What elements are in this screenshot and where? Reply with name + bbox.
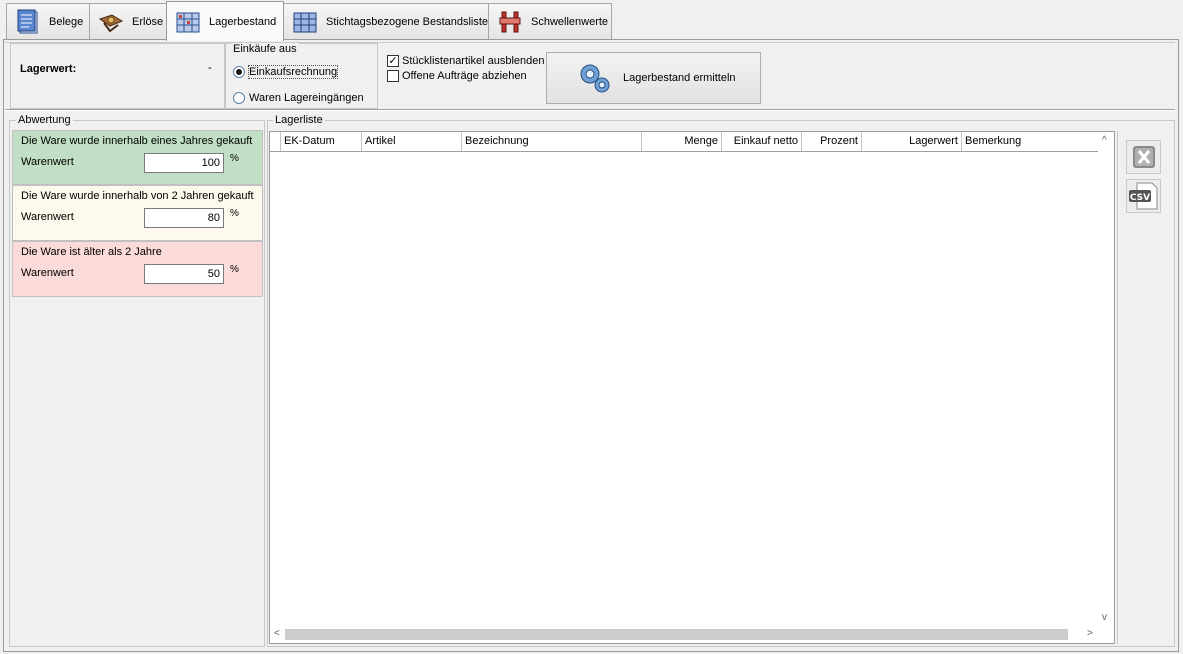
- percent-unit: %: [230, 264, 239, 275]
- scroll-down-arrow[interactable]: v: [1102, 612, 1107, 623]
- lagerliste-grid[interactable]: EK-Datum Artikel Bezeichnung Menge Einka…: [269, 131, 1115, 644]
- einkaufsrechnung-radio[interactable]: [233, 66, 245, 78]
- abwertung-panel-aelter: Die Ware ist älter als 2 Jahre Warenwert…: [12, 241, 263, 297]
- tab-belege[interactable]: Belege: [6, 3, 90, 40]
- abwertung-panel-2-jahre: Die Ware wurde innerhalb von 2 Jahren ge…: [12, 185, 263, 241]
- lagerwert-label: Lagerwert:: [20, 63, 77, 75]
- tab-label: Belege: [49, 16, 84, 28]
- tab-stichtagsbezogene-bestandsliste[interactable]: Stichtagsbezogene Bestandsliste: [283, 3, 489, 40]
- horizontal-scroll-thumb[interactable]: [285, 629, 1068, 640]
- column-header-einkauf-netto[interactable]: Einkauf netto: [722, 132, 802, 151]
- vertical-scrollbar[interactable]: ^ v: [1098, 132, 1114, 626]
- threshold-icon: [499, 11, 521, 33]
- lagerwert-value: -: [208, 62, 212, 74]
- tab-schwellenwerte[interactable]: Schwellenwerte: [488, 3, 612, 40]
- warenwert-input-1-jahr[interactable]: 100: [144, 153, 224, 173]
- excel-export-button[interactable]: [1126, 140, 1161, 174]
- tab-erloese[interactable]: Erlöse: [89, 3, 167, 40]
- abwertung-text: Die Ware wurde innerhalb eines Jahres ge…: [21, 135, 253, 147]
- row-header-corner: [270, 132, 281, 151]
- column-header-lagerwert[interactable]: Lagerwert: [862, 132, 962, 151]
- stuecklistenartikel-checkbox[interactable]: ✓: [387, 55, 399, 67]
- gears-icon: [580, 64, 610, 93]
- waren-lagereingaengen-label[interactable]: Waren Lagereingängen: [249, 92, 364, 104]
- waren-lagereingaengen-radio[interactable]: [233, 92, 245, 104]
- lagerbestand-ermitteln-label: Lagerbestand ermitteln: [623, 72, 736, 84]
- einkaeufe-legend: Einkäufe aus: [231, 43, 299, 55]
- abwertung-panel-1-jahr: Die Ware wurde innerhalb eines Jahres ge…: [12, 130, 263, 185]
- percent-unit: %: [230, 208, 239, 219]
- column-header-menge[interactable]: Menge: [642, 132, 722, 151]
- offene-auftraege-checkbox[interactable]: [387, 70, 399, 82]
- column-header-prozent[interactable]: Prozent: [802, 132, 862, 151]
- tab-lagerbestand[interactable]: Lagerbestand: [166, 1, 284, 41]
- column-header-ek-datum[interactable]: EK-Datum: [281, 132, 362, 151]
- abwertung-legend: Abwertung: [16, 114, 73, 126]
- column-header-bemerkung[interactable]: Bemerkung: [962, 132, 1100, 151]
- warenwert-input-2-jahre[interactable]: 80: [144, 208, 224, 228]
- warehouse-icon: [176, 12, 200, 32]
- lagerwert-box: [10, 43, 225, 109]
- offene-auftraege-label[interactable]: Offene Aufträge abziehen: [402, 70, 527, 82]
- scroll-right-arrow[interactable]: >: [1087, 628, 1093, 639]
- excel-export-icon: [1132, 146, 1155, 168]
- document-icon: [17, 9, 38, 34]
- scroll-up-arrow[interactable]: ^: [1102, 135, 1107, 146]
- money-icon: [98, 14, 124, 33]
- abwertung-text: Die Ware ist älter als 2 Jahre: [21, 246, 162, 258]
- warehouse-calendar-icon: [293, 12, 317, 33]
- tab-label: Schwellenwerte: [531, 16, 609, 28]
- tab-label: Erlöse: [132, 16, 164, 28]
- tab-strip: Belege Erlöse Lagerbestand Stichtagsbezo…: [0, 0, 1183, 41]
- horizontal-scrollbar[interactable]: < >: [270, 626, 1100, 643]
- einkaufsrechnung-label[interactable]: Einkaufsrechnung: [247, 65, 339, 79]
- warenwert-label: Warenwert: [21, 211, 74, 223]
- column-header-bezeichnung[interactable]: Bezeichnung: [462, 132, 642, 151]
- csv-label: CSV: [1129, 193, 1149, 203]
- stuecklistenartikel-label[interactable]: Stücklistenartikel ausblenden: [402, 55, 544, 67]
- grid-header: EK-Datum Artikel Bezeichnung Menge Einka…: [270, 132, 1100, 152]
- warenwert-input-aelter[interactable]: 50: [144, 264, 224, 284]
- lagerbestand-ermitteln-button[interactable]: Lagerbestand ermitteln: [546, 52, 761, 104]
- csv-export-button[interactable]: CSV: [1126, 179, 1161, 213]
- csv-export-icon: CSV: [1128, 182, 1157, 210]
- column-header-artikel[interactable]: Artikel: [362, 132, 462, 151]
- grid-side-separator: [1117, 131, 1118, 644]
- warenwert-label: Warenwert: [21, 156, 74, 168]
- warenwert-label: Warenwert: [21, 267, 74, 279]
- tab-label: Lagerbestand: [209, 15, 277, 28]
- lagerliste-legend: Lagerliste: [273, 114, 325, 126]
- scroll-left-arrow[interactable]: <: [274, 628, 280, 639]
- percent-unit: %: [230, 153, 239, 164]
- abwertung-text: Die Ware wurde innerhalb von 2 Jahren ge…: [21, 190, 254, 202]
- tab-label: Stichtagsbezogene Bestandsliste: [326, 16, 489, 28]
